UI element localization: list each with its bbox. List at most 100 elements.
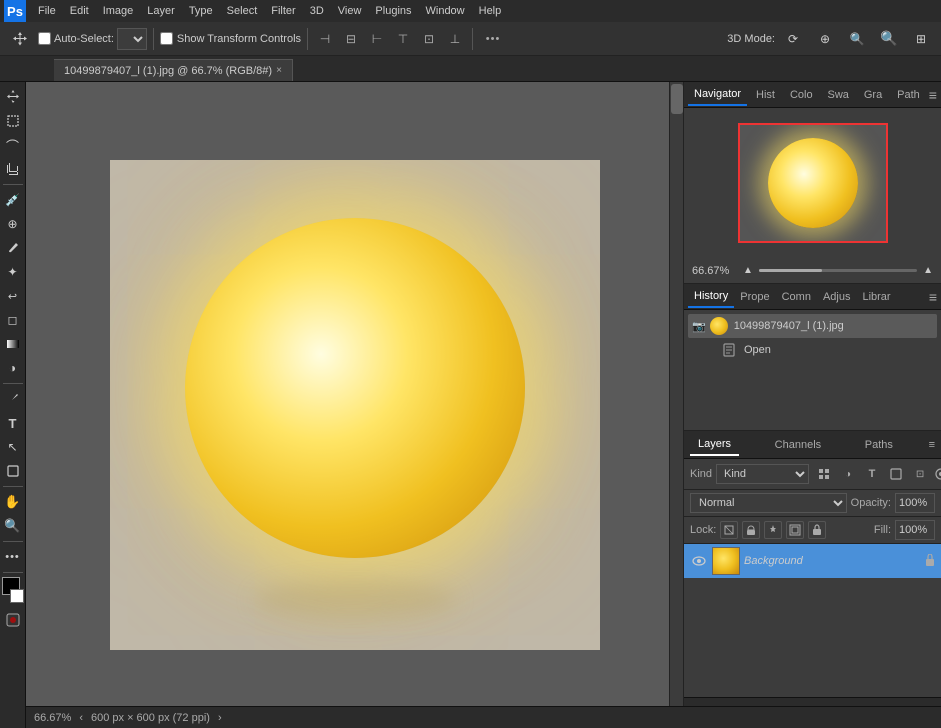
crop-tool[interactable] <box>2 158 24 180</box>
align-top-btn[interactable]: ⊤ <box>392 28 414 50</box>
menu-file[interactable]: File <box>32 3 62 19</box>
lasso-tool[interactable]: ⌒ <box>2 134 24 156</box>
opacity-input[interactable] <box>895 493 935 513</box>
menu-image[interactable]: Image <box>97 3 140 19</box>
menu-3d[interactable]: 3D <box>304 3 330 19</box>
tab-patterns[interactable]: Path <box>891 85 926 105</box>
transform-controls-checkbox[interactable] <box>160 32 173 45</box>
tab-color[interactable]: Colo <box>784 85 819 105</box>
menu-plugins[interactable]: Plugins <box>369 3 417 19</box>
tab-histogram[interactable]: Hist <box>750 85 781 105</box>
gradient-tool[interactable] <box>2 333 24 355</box>
filter-shape-icon[interactable] <box>885 463 907 485</box>
toolbar-more-btn[interactable]: ••• <box>479 28 507 50</box>
move-tool[interactable] <box>2 86 24 108</box>
align-left-btn[interactable]: ⊣ <box>314 28 336 50</box>
text-tool[interactable]: T <box>2 412 24 434</box>
heal-tool[interactable]: ⊕ <box>2 213 24 235</box>
shape-tool[interactable] <box>2 460 24 482</box>
color-swatches[interactable] <box>2 577 24 603</box>
filter-adjustment-icon[interactable]: ◑ <box>837 463 859 485</box>
filter-text-icon[interactable]: T <box>861 463 883 485</box>
menu-help[interactable]: Help <box>473 3 508 19</box>
move-tool-btn[interactable] <box>6 25 34 53</box>
tab-history[interactable]: History <box>688 286 734 308</box>
lock-position-icon[interactable] <box>764 521 782 539</box>
status-arrow-right[interactable]: › <box>218 712 222 724</box>
menu-edit[interactable]: Edit <box>64 3 95 19</box>
history-brush-tool[interactable]: ↩ <box>2 285 24 307</box>
pen-tool[interactable] <box>2 388 24 410</box>
lock-transparent-icon[interactable] <box>720 521 738 539</box>
document-tab-close[interactable]: × <box>276 65 282 76</box>
panel-menu-btn[interactable]: ≡ <box>929 87 937 103</box>
zoom-slider[interactable] <box>759 269 917 272</box>
align-center-h-btn[interactable]: ⊟ <box>340 28 362 50</box>
auto-select-dropdown[interactable]: Layer <box>117 28 147 50</box>
hand-tool[interactable]: ✋ <box>2 491 24 513</box>
marquee-tool[interactable] <box>2 110 24 132</box>
workspace-btn[interactable]: ⊞ <box>907 25 935 53</box>
menu-select[interactable]: Select <box>221 3 264 19</box>
history-panel-menu-btn[interactable]: ≡ <box>929 289 937 305</box>
auto-select-checkbox[interactable] <box>38 32 51 45</box>
tab-swatches[interactable]: Swa <box>822 85 855 105</box>
history-item-0[interactable]: 📷 10499879407_l (1).jpg <box>688 314 937 338</box>
canvas-scrollbar-vertical[interactable] <box>669 82 683 714</box>
align-middle-v-btn[interactable]: ⊡ <box>418 28 440 50</box>
fill-input[interactable] <box>895 520 935 540</box>
canvas-container[interactable] <box>110 160 600 650</box>
tab-comments[interactable]: Comn <box>776 287 817 307</box>
search-btn[interactable]: 🔍 <box>875 25 903 53</box>
tab-layers[interactable]: Layers <box>690 434 739 456</box>
align-right-btn[interactable]: ⊢ <box>366 28 388 50</box>
main-area: ⌒ 💉 ⊕ ✦ ↩ ◻ ◑ T ↖ ✋ 🔍 ••• <box>0 82 941 728</box>
tab-channels[interactable]: Channels <box>767 435 829 455</box>
eyedropper-tool[interactable]: 💉 <box>2 189 24 211</box>
zoom-tool[interactable]: 🔍 <box>2 515 24 537</box>
tab-paths[interactable]: Paths <box>857 435 901 455</box>
document-tab[interactable]: 10499879407_l (1).jpg @ 66.7% (RGB/8#) × <box>54 59 293 81</box>
zoom-out-icon[interactable]: ▲ <box>743 265 753 276</box>
filter-toggle-btn[interactable] <box>935 463 941 485</box>
lock-all-icon[interactable] <box>808 521 826 539</box>
background-color[interactable] <box>10 589 24 603</box>
tab-libraries[interactable]: Librar <box>856 287 896 307</box>
canvas-inner <box>110 160 600 650</box>
align-bottom-btn[interactable]: ⊥ <box>444 28 466 50</box>
filter-pixel-icon[interactable] <box>813 463 835 485</box>
blend-mode-select[interactable]: Normal Dissolve Multiply Screen Overlay <box>690 493 847 513</box>
eraser-tool[interactable]: ◻ <box>2 309 24 331</box>
lock-artboard-icon[interactable] <box>786 521 804 539</box>
tab-gradients[interactable]: Gra <box>858 85 888 105</box>
zoom-percentage: 66.67% <box>692 265 737 277</box>
menu-type[interactable]: Type <box>183 3 219 19</box>
layers-panel-menu-btn[interactable]: ≡ <box>929 439 935 451</box>
tab-navigator[interactable]: Navigator <box>688 84 747 106</box>
lock-image-icon[interactable] <box>742 521 760 539</box>
rotate-3d-icon[interactable]: ⟳ <box>779 25 807 53</box>
tab-adjustments[interactable]: Adjus <box>817 287 857 307</box>
more-tools-btn[interactable]: ••• <box>2 546 24 568</box>
filter-kind-select[interactable]: Kind Name Effect Mode Attribute Color Sm… <box>716 464 809 484</box>
transform-controls-checkbox-label[interactable]: Show Transform Controls <box>160 32 301 45</box>
dodge-tool[interactable]: ◑ <box>2 357 24 379</box>
layer-row-background[interactable]: Background <box>684 544 941 578</box>
path-select-tool[interactable]: ↖ <box>2 436 24 458</box>
quick-mask-btn[interactable] <box>2 609 24 631</box>
stamp-tool[interactable]: ✦ <box>2 261 24 283</box>
history-item-1[interactable]: Open <box>688 338 937 362</box>
navigator-preview[interactable] <box>738 123 888 243</box>
menu-window[interactable]: Window <box>420 3 471 19</box>
menu-layer[interactable]: Layer <box>141 3 181 19</box>
tab-properties[interactable]: Prope <box>734 287 775 307</box>
zoom-3d-icon[interactable]: 🔍 <box>843 25 871 53</box>
brush-tool[interactable] <box>2 237 24 259</box>
menu-filter[interactable]: Filter <box>265 3 301 19</box>
filter-smart-object-icon[interactable]: ⊡ <box>909 463 931 485</box>
layer-visibility-eye[interactable] <box>690 552 708 570</box>
status-arrow-left[interactable]: ‹ <box>79 712 83 724</box>
orbit-3d-icon[interactable]: ⊕ <box>811 25 839 53</box>
zoom-in-icon[interactable]: ▲ <box>923 265 933 276</box>
menu-view[interactable]: View <box>332 3 368 19</box>
